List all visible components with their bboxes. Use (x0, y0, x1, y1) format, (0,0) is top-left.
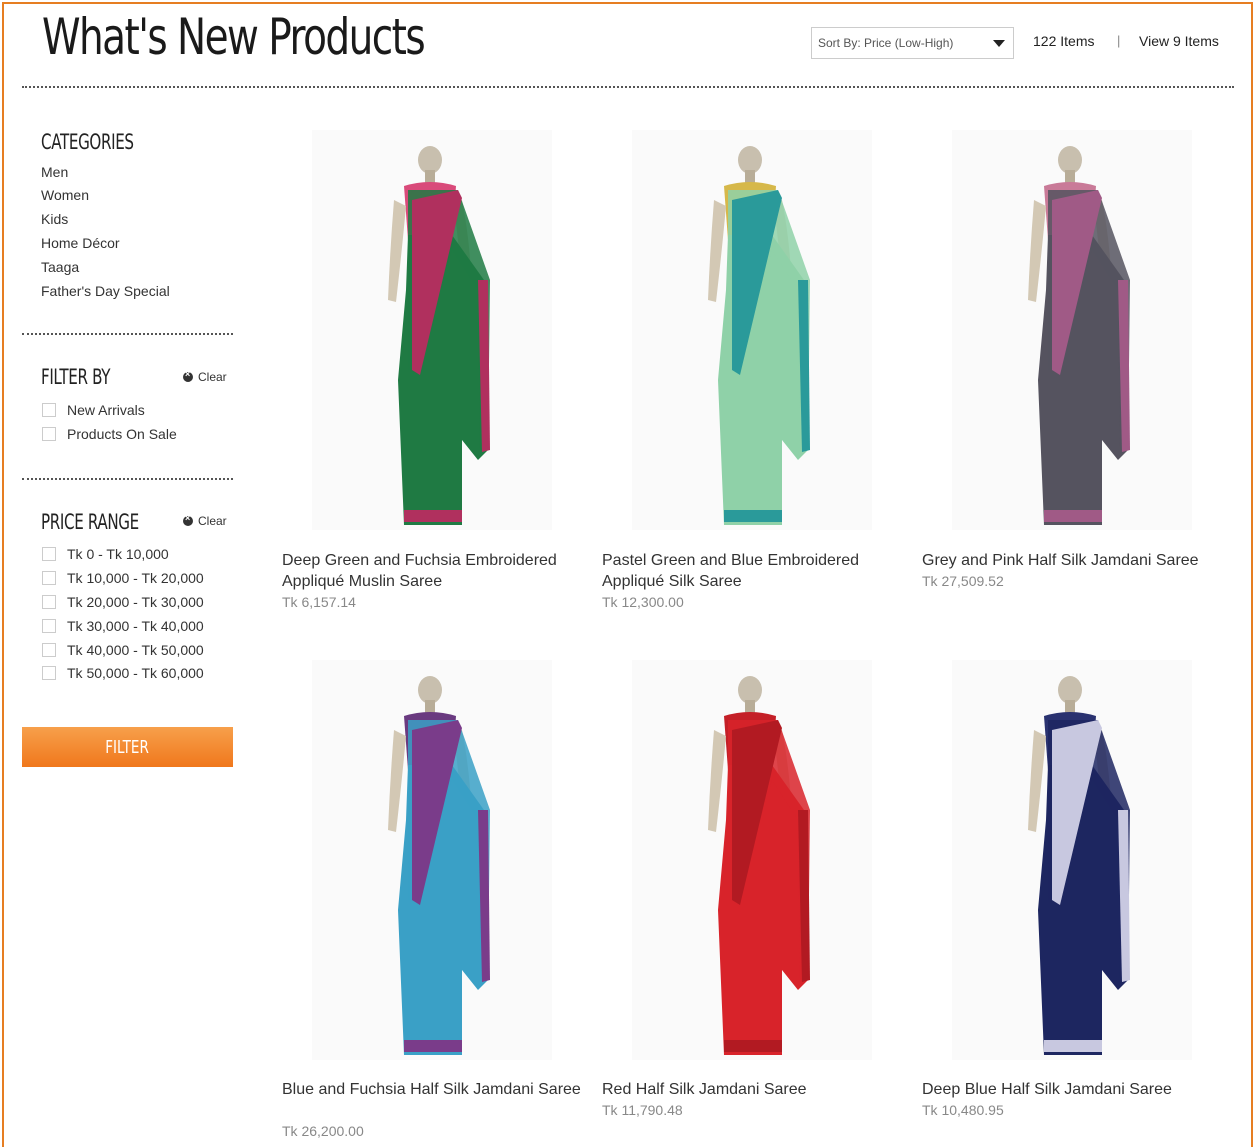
category-fathers-day[interactable]: Father's Day Special (41, 283, 170, 299)
clear-label: Clear (198, 370, 227, 384)
checkbox-label: Tk 30,000 - Tk 40,000 (67, 618, 204, 634)
checkbox-label: Tk 50,000 - Tk 60,000 (67, 665, 204, 681)
product-name[interactable]: Deep Green and Fuchsia Embroidered Appli… (282, 550, 582, 592)
header-divider (22, 86, 1234, 88)
sort-label: Sort By: Price (Low-High) (818, 36, 954, 50)
product-name[interactable]: Pastel Green and Blue Embroidered Appliq… (602, 550, 902, 592)
checkbox-label: Tk 20,000 - Tk 30,000 (67, 594, 204, 610)
product-price: Tk 10,480.95 (922, 1102, 1004, 1118)
price-range-option[interactable]: Tk 30,000 - Tk 40,000 (42, 618, 204, 634)
product-image[interactable] (952, 130, 1192, 530)
price-range-option[interactable]: Tk 50,000 - Tk 60,000 (42, 665, 204, 681)
product-image[interactable] (632, 660, 872, 1060)
clear-icon (183, 513, 193, 526)
items-count: 122 Items (1033, 33, 1095, 49)
category-kids[interactable]: Kids (41, 211, 68, 227)
category-taaga[interactable]: Taaga (41, 259, 79, 275)
page-title: What's New Products (42, 8, 426, 66)
product-price: Tk 27,509.52 (922, 573, 1004, 589)
category-home-decor[interactable]: Home Décor (41, 235, 120, 251)
category-men[interactable]: Men (41, 164, 68, 180)
view-items-link[interactable]: View 9 Items (1139, 33, 1219, 49)
checkbox[interactable] (42, 427, 56, 441)
filter-products-on-sale[interactable]: Products On Sale (42, 426, 177, 442)
product-price: Tk 6,157.14 (282, 594, 356, 610)
checkbox-label: New Arrivals (67, 402, 145, 418)
product-image[interactable] (952, 660, 1192, 1060)
product-price: Tk 12,300.00 (602, 594, 684, 610)
checkbox[interactable] (42, 643, 56, 657)
filter-by-heading: FILTER BY (41, 365, 111, 389)
product-price: Tk 11,790.48 (602, 1102, 683, 1118)
product-name[interactable]: Blue and Fuchsia Half Silk Jamdani Saree (282, 1079, 582, 1100)
checkbox-label: Tk 40,000 - Tk 50,000 (67, 642, 204, 658)
product-image[interactable] (312, 660, 552, 1060)
checkbox-label: Tk 0 - Tk 10,000 (67, 546, 169, 562)
checkbox[interactable] (42, 619, 56, 633)
categories-heading: CATEGORIES (41, 130, 134, 154)
clear-label: Clear (198, 514, 227, 528)
filter-button-label: FILTER (105, 736, 150, 758)
filter-button[interactable]: FILTER (22, 727, 233, 767)
sort-dropdown[interactable]: Sort By: Price (Low-High) (811, 27, 1014, 59)
filter-clear-button[interactable]: Clear (183, 369, 227, 384)
checkbox-label: Tk 10,000 - Tk 20,000 (67, 570, 204, 586)
price-range-option[interactable]: Tk 40,000 - Tk 50,000 (42, 642, 204, 658)
clear-icon (183, 369, 193, 382)
product-name[interactable]: Red Half Silk Jamdani Saree (602, 1079, 902, 1100)
filter-new-arrivals[interactable]: New Arrivals (42, 402, 145, 418)
checkbox[interactable] (42, 595, 56, 609)
price-range-option[interactable]: Tk 10,000 - Tk 20,000 (42, 570, 204, 586)
product-price: Tk 26,200.00 (282, 1123, 364, 1139)
sidebar-divider (22, 333, 233, 335)
price-range-option[interactable]: Tk 0 - Tk 10,000 (42, 546, 169, 562)
product-name[interactable]: Grey and Pink Half Silk Jamdani Saree (922, 550, 1222, 571)
checkbox[interactable] (42, 571, 56, 585)
checkbox[interactable] (42, 403, 56, 417)
checkbox-label: Products On Sale (67, 426, 177, 442)
sidebar-divider (22, 478, 233, 480)
product-image[interactable] (312, 130, 552, 530)
chevron-down-icon (993, 40, 1005, 47)
price-range-heading: PRICE RANGE (41, 510, 139, 534)
price-range-option[interactable]: Tk 20,000 - Tk 30,000 (42, 594, 204, 610)
category-women[interactable]: Women (41, 187, 89, 203)
product-image[interactable] (632, 130, 872, 530)
header-separator: | (1117, 33, 1121, 48)
product-name[interactable]: Deep Blue Half Silk Jamdani Saree (922, 1079, 1222, 1100)
checkbox[interactable] (42, 666, 56, 680)
price-clear-button[interactable]: Clear (183, 513, 227, 528)
checkbox[interactable] (42, 547, 56, 561)
